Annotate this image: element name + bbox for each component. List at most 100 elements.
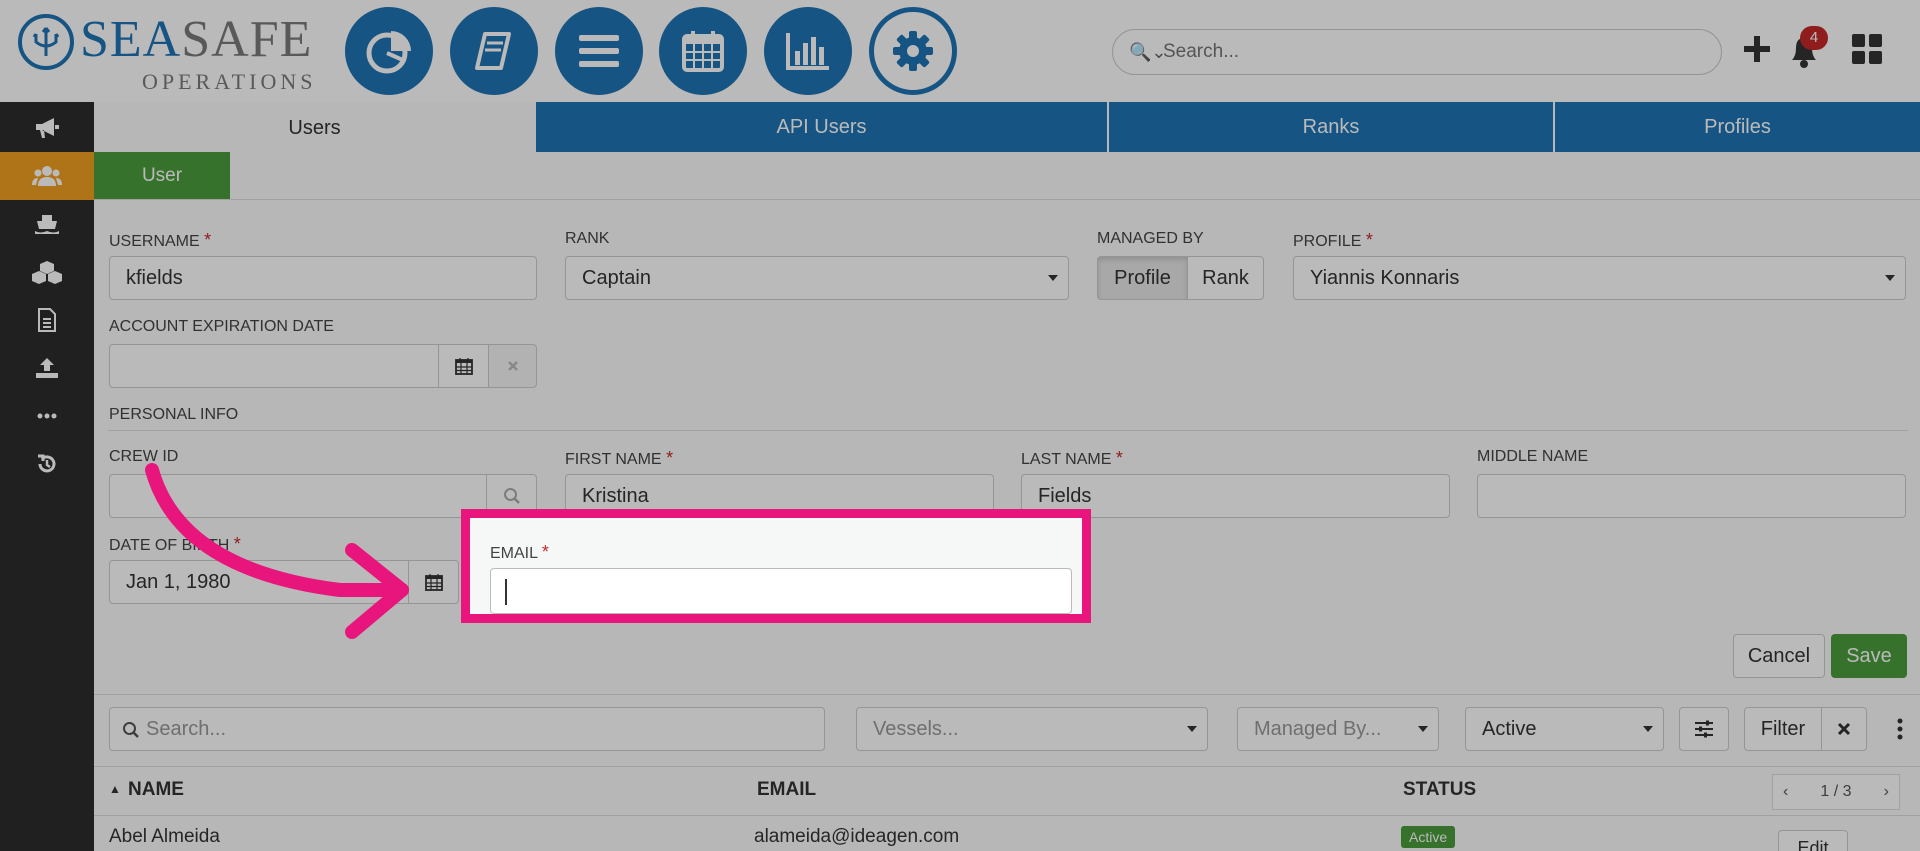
sidebar-item-vessels[interactable] — [0, 200, 94, 248]
search-icon — [503, 488, 520, 504]
pagination: ‹ 1 / 3 › — [1772, 774, 1900, 810]
managed-by-profile-toggle[interactable]: Profile — [1097, 256, 1188, 300]
nav-list-button[interactable] — [555, 7, 643, 95]
account-expiration-calendar-button[interactable] — [438, 344, 489, 388]
global-search-input[interactable] — [1163, 38, 1683, 66]
column-header-email[interactable]: EMAIL — [757, 779, 816, 801]
chevron-down-icon — [1418, 726, 1428, 732]
managed-by-select[interactable]: Managed By... — [1237, 707, 1439, 751]
tab-ranks[interactable]: Ranks — [1109, 102, 1553, 152]
username-label: USERNAME * — [109, 230, 212, 250]
trident-icon — [18, 14, 74, 70]
account-expiration-clear-button[interactable] — [488, 344, 537, 388]
column-header-status[interactable]: STATUS — [1403, 779, 1476, 801]
users-search-input[interactable]: Search... — [109, 707, 825, 751]
add-icon[interactable] — [1740, 32, 1774, 66]
history-icon — [38, 454, 56, 473]
book-icon — [475, 32, 511, 70]
next-page-icon[interactable]: › — [1884, 783, 1889, 801]
nav-dashboard-button[interactable] — [345, 7, 433, 95]
cancel-button[interactable]: Cancel — [1733, 634, 1825, 678]
close-icon — [507, 361, 518, 371]
first-name-label: FIRST NAME * — [565, 448, 674, 468]
nav-settings-button[interactable] — [869, 7, 957, 95]
text-cursor — [505, 579, 507, 605]
profile-label: PROFILE * — [1293, 230, 1373, 250]
rank-label: RANK — [565, 230, 610, 247]
seasafe-logo[interactable]: SEASAFE OPERATIONS — [18, 11, 318, 94]
email-label: EMAIL * — [490, 542, 549, 562]
sidebar-item-users[interactable] — [0, 152, 94, 200]
email-highlight: EMAIL * — [461, 509, 1091, 623]
status-select[interactable]: Active — [1465, 707, 1664, 751]
row-email: alameida@ideagen.com — [754, 826, 960, 847]
apps-grid-icon[interactable] — [1850, 32, 1884, 66]
edit-button[interactable]: Edit — [1778, 830, 1848, 851]
calendar-icon — [454, 358, 473, 375]
email-field[interactable] — [490, 568, 1072, 614]
sidebar-item-history[interactable] — [0, 440, 94, 488]
list-icon — [579, 35, 619, 67]
prev-page-icon[interactable]: ‹ — [1783, 783, 1788, 801]
divider — [94, 815, 1920, 816]
sidebar-item-inventory[interactable] — [0, 248, 94, 296]
save-button[interactable]: Save — [1831, 634, 1907, 678]
upload-icon — [36, 358, 58, 378]
cubes-icon — [32, 261, 62, 284]
global-search[interactable]: 🔍⌄ — [1112, 29, 1722, 75]
divider — [94, 694, 1920, 695]
personal-info-heading: PERSONAL INFO — [109, 406, 239, 423]
search-icon — [123, 722, 139, 738]
more-options-button[interactable] — [1890, 707, 1910, 751]
nav-documents-button[interactable] — [450, 7, 538, 95]
search-icon: 🔍⌄ — [1129, 42, 1167, 62]
chevron-down-icon — [1643, 726, 1653, 732]
rank-select[interactable]: Captain — [565, 256, 1069, 300]
ellipsis-icon — [37, 413, 57, 419]
username-field[interactable]: kfields — [109, 256, 537, 300]
megaphone-icon — [36, 118, 59, 138]
middle-name-field[interactable] — [1477, 474, 1906, 518]
document-icon — [38, 308, 56, 332]
filter-settings-button[interactable] — [1679, 707, 1729, 751]
vessels-select[interactable]: Vessels... — [856, 707, 1208, 751]
page-indicator: 1 / 3 — [1820, 783, 1852, 800]
filter-button[interactable]: Filter — [1744, 707, 1822, 751]
sidebar-item-upload[interactable] — [0, 344, 94, 392]
gear-icon — [893, 31, 933, 71]
column-header-name[interactable]: NAME — [128, 779, 184, 801]
ship-icon — [35, 215, 59, 234]
middle-name-label: MIDDLE NAME — [1477, 448, 1589, 465]
sidebar-item-documents[interactable] — [0, 296, 94, 344]
subtab-user[interactable]: User — [94, 152, 230, 200]
bar-chart-icon — [786, 33, 829, 70]
account-expiration-label: ACCOUNT EXPIRATION DATE — [109, 318, 334, 335]
tab-users[interactable]: Users — [94, 104, 535, 152]
logo-subtitle: OPERATIONS — [142, 69, 317, 94]
users-icon — [32, 166, 62, 186]
last-name-label: LAST NAME * — [1021, 448, 1123, 468]
calendar-icon — [682, 31, 724, 72]
chevron-down-icon — [1048, 275, 1058, 281]
nav-reports-button[interactable] — [764, 7, 852, 95]
pie-chart-icon — [366, 31, 411, 74]
nav-calendar-button[interactable] — [659, 7, 747, 95]
clear-filter-button[interactable] — [1821, 707, 1867, 751]
divider — [94, 199, 1920, 200]
sidebar-item-announcements[interactable] — [0, 104, 94, 152]
left-sidebar — [0, 102, 94, 851]
sliders-icon — [1695, 720, 1713, 738]
tab-api-users[interactable]: API Users — [536, 102, 1107, 152]
managed-by-label: MANAGED BY — [1097, 230, 1204, 247]
row-name: Abel Almeida — [109, 826, 220, 847]
tab-profiles[interactable]: Profiles — [1555, 102, 1920, 152]
account-expiration-field[interactable] — [109, 344, 439, 388]
pointer-arrow — [145, 463, 409, 639]
vertical-ellipsis-icon — [1897, 718, 1903, 740]
managed-by-rank-toggle[interactable]: Rank — [1187, 256, 1264, 300]
logo-wordmark: SEASAFE — [80, 11, 313, 68]
profile-select[interactable]: Yiannis Konnaris — [1293, 256, 1906, 300]
sidebar-item-more[interactable] — [0, 392, 94, 440]
chevron-down-icon — [1187, 726, 1197, 732]
sort-ascending-icon[interactable]: ▲ — [109, 782, 121, 796]
